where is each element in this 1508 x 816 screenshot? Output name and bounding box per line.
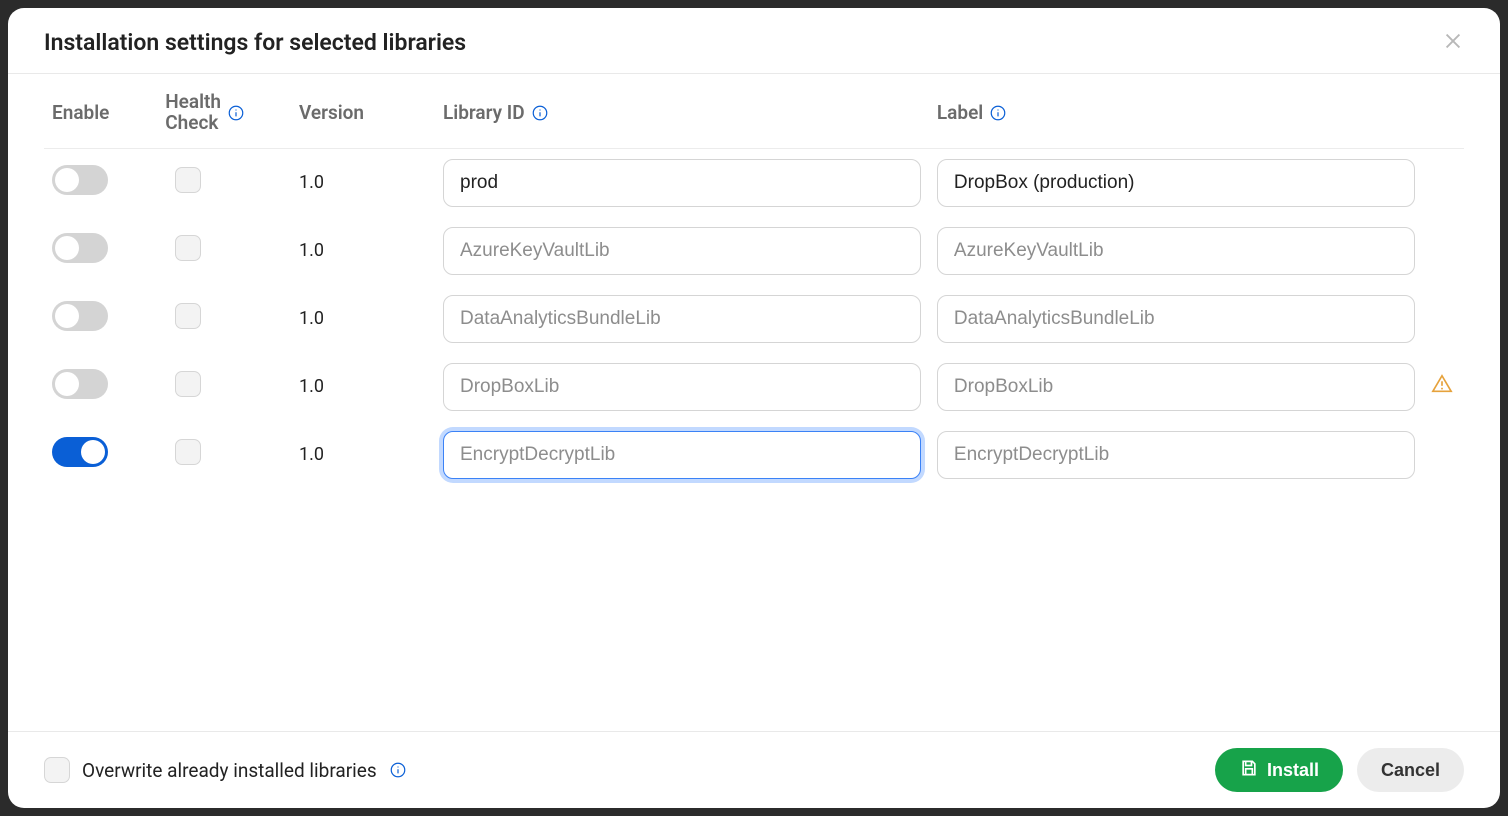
enable-toggle[interactable] [52,233,108,263]
warning-icon[interactable] [1431,379,1453,400]
table-header-row: Enable Health Check Version [44,74,1464,148]
close-button[interactable] [1438,26,1468,59]
info-icon[interactable] [227,104,245,122]
health-check-checkbox[interactable] [175,439,201,465]
library-id-input[interactable] [443,159,921,207]
save-icon [1239,758,1259,783]
version-cell: 1.0 [291,353,435,421]
table-row: 1.0 [44,285,1464,353]
version-cell: 1.0 [291,148,435,217]
install-button[interactable]: Install [1215,748,1343,792]
table-row: 1.0 [44,217,1464,285]
modal-footer: Overwrite already installed libraries In… [8,731,1500,808]
table-row: 1.0 [44,421,1464,489]
col-header-warning [1423,74,1464,148]
library-id-input[interactable] [443,363,921,411]
info-icon[interactable] [989,104,1007,122]
enable-toggle[interactable] [52,369,108,399]
modal-title: Installation settings for selected libra… [44,29,466,56]
overwrite-label: Overwrite already installed libraries [82,759,377,782]
health-check-checkbox[interactable] [175,303,201,329]
label-input[interactable] [937,431,1415,479]
cancel-button[interactable]: Cancel [1357,748,1464,792]
label-input[interactable] [937,159,1415,207]
col-header-health: Health Check [157,74,291,148]
overwrite-checkbox[interactable] [44,757,70,783]
table-row: 1.0 [44,148,1464,217]
library-id-input[interactable] [443,431,921,479]
enable-toggle[interactable] [52,301,108,331]
version-cell: 1.0 [291,421,435,489]
col-header-version: Version [291,74,435,148]
close-icon [1442,30,1464,55]
label-input[interactable] [937,363,1415,411]
col-header-label: Label [929,74,1423,148]
label-input[interactable] [937,295,1415,343]
libraries-table: Enable Health Check Version [44,74,1464,489]
install-settings-modal: Installation settings for selected libra… [8,8,1500,808]
modal-body: Enable Health Check Version [8,74,1500,731]
health-check-checkbox[interactable] [175,371,201,397]
version-cell: 1.0 [291,285,435,353]
version-cell: 1.0 [291,217,435,285]
col-header-library-id: Library ID [435,74,929,148]
enable-toggle[interactable] [52,437,108,467]
library-id-input[interactable] [443,295,921,343]
label-input[interactable] [937,227,1415,275]
table-row: 1.0 [44,353,1464,421]
info-icon[interactable] [531,104,549,122]
health-check-checkbox[interactable] [175,167,201,193]
info-icon[interactable] [389,761,407,779]
modal-header: Installation settings for selected libra… [8,8,1500,74]
enable-toggle[interactable] [52,165,108,195]
library-id-input[interactable] [443,227,921,275]
col-header-enable: Enable [44,74,157,148]
health-check-checkbox[interactable] [175,235,201,261]
